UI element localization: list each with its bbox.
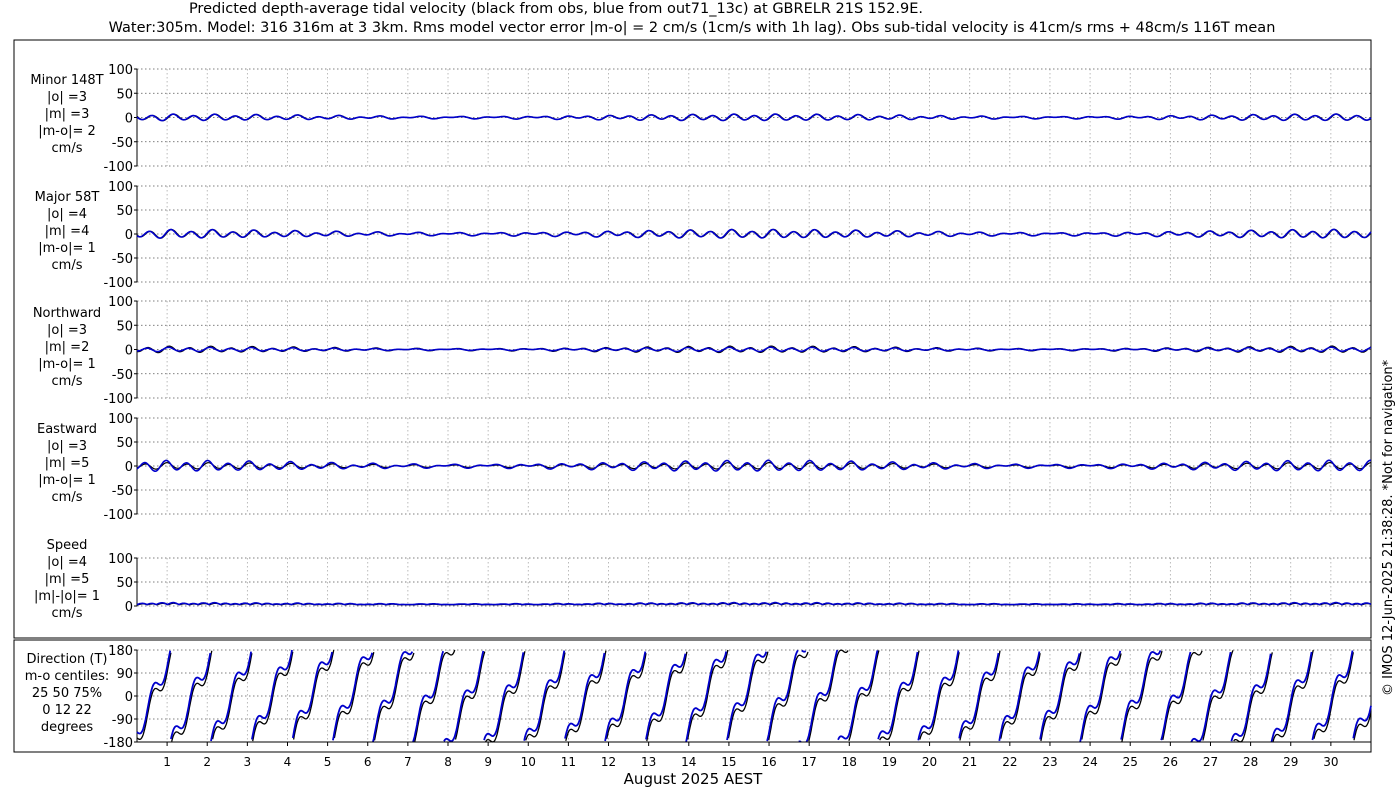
panel-label-line: |m-o|= 1 — [38, 473, 96, 488]
y-tick-label: -50 — [112, 252, 133, 267]
x-tick-label: 22 — [1002, 755, 1017, 769]
y-tick-label: 0 — [125, 690, 133, 705]
y-tick-label: 50 — [116, 436, 133, 451]
x-tick-label: 7 — [404, 755, 412, 769]
y-tick-label: -50 — [112, 368, 133, 383]
y-tick-label: -100 — [103, 508, 133, 523]
panel-label-line: |o| =4 — [47, 207, 87, 222]
copyright-note: © IMOS 12-Jun-2025 21:38:28. *Not for na… — [1381, 359, 1396, 696]
y-tick-label: 50 — [116, 576, 133, 591]
x-tick-label: 17 — [802, 755, 817, 769]
x-tick-label: 21 — [962, 755, 977, 769]
y-tick-label: 0 — [125, 228, 133, 243]
panel-label-line: cm/s — [52, 141, 83, 156]
panel-label-line: |m-o|= 2 — [38, 124, 96, 139]
panel-label-line: Minor 148T — [30, 73, 103, 88]
y-tick-label: -90 — [112, 713, 133, 728]
panel-label-line: |m| =3 — [45, 107, 90, 122]
figure-background — [0, 0, 1400, 800]
panel-label-line: |o| =3 — [47, 439, 87, 454]
panel-label-line: |m-o|= 1 — [38, 357, 96, 372]
y-tick-label: 0 — [125, 460, 133, 475]
x-tick-label: 14 — [681, 755, 696, 769]
panel-label-line: cm/s — [52, 490, 83, 505]
y-tick-label: -100 — [103, 160, 133, 175]
panel-label-line: cm/s — [52, 374, 83, 389]
x-tick-label: 24 — [1082, 755, 1097, 769]
y-tick-label: 50 — [116, 204, 133, 219]
panel-label-line: Northward — [33, 306, 101, 321]
y-tick-label: -100 — [103, 392, 133, 407]
y-tick-label: 0 — [125, 344, 133, 359]
y-tick-label: 50 — [116, 87, 133, 102]
x-tick-label: 27 — [1203, 755, 1218, 769]
y-tick-label: 90 — [116, 667, 133, 682]
x-tick-label: 19 — [882, 755, 897, 769]
panel-label-line: |o| =3 — [47, 323, 87, 338]
panel-label-line: Major 58T — [35, 190, 100, 205]
y-tick-label: -180 — [103, 736, 133, 751]
x-tick-label: 26 — [1163, 755, 1178, 769]
panel-label-line: 25 50 75% — [32, 686, 102, 701]
y-tick-label: 50 — [116, 319, 133, 334]
x-tick-label: 29 — [1283, 755, 1298, 769]
x-tick-label: 12 — [601, 755, 616, 769]
y-tick-label: 0 — [125, 112, 133, 127]
panel-label-line: |m| =2 — [45, 340, 90, 355]
chart-svg: Predicted depth-average tidal velocity (… — [0, 0, 1400, 800]
panel-label-line: degrees — [41, 720, 94, 735]
panel-label-line: |m| =4 — [45, 224, 90, 239]
panel-label-line: cm/s — [52, 606, 83, 621]
x-axis-label: August 2025 AEST — [624, 770, 763, 788]
y-tick-label: -50 — [112, 136, 133, 151]
y-tick-label: -100 — [103, 276, 133, 291]
x-tick-label: 4 — [284, 755, 292, 769]
x-tick-label: 2 — [203, 755, 211, 769]
panel-label-line: |m| =5 — [45, 572, 90, 587]
y-tick-label: 0 — [125, 600, 133, 615]
panel-label-line: 0 12 22 — [42, 703, 92, 718]
panel-label-line: cm/s — [52, 258, 83, 273]
x-tick-label: 16 — [761, 755, 776, 769]
y-tick-label: 100 — [108, 295, 133, 310]
x-tick-label: 18 — [842, 755, 857, 769]
x-tick-label: 1 — [163, 755, 171, 769]
y-tick-label: 180 — [108, 644, 133, 659]
panel-label-line: Eastward — [37, 422, 97, 437]
panel-label-line: |o| =4 — [47, 555, 87, 570]
x-tick-label: 23 — [1042, 755, 1057, 769]
x-tick-label: 28 — [1243, 755, 1258, 769]
panel-label-line: Speed — [47, 538, 88, 553]
panel-label-line: |m| =5 — [45, 456, 90, 471]
x-tick-label: 25 — [1123, 755, 1138, 769]
y-tick-label: 100 — [108, 552, 133, 567]
panel-label-line: Direction (T) — [27, 652, 108, 667]
y-tick-label: 100 — [108, 63, 133, 78]
y-tick-label: -50 — [112, 484, 133, 499]
x-tick-label: 6 — [364, 755, 372, 769]
x-tick-label: 30 — [1323, 755, 1338, 769]
x-tick-label: 13 — [641, 755, 656, 769]
x-tick-label: 5 — [324, 755, 332, 769]
x-tick-label: 11 — [561, 755, 576, 769]
x-tick-label: 9 — [484, 755, 492, 769]
y-tick-label: 100 — [108, 180, 133, 195]
panel-label-line: |m|-|o|= 1 — [34, 589, 100, 604]
x-tick-label: 10 — [521, 755, 536, 769]
chart-subtitle: Water:305m. Model: 316 316m at 3 3km. Rm… — [109, 20, 1276, 36]
panel-label-line: m-o centiles: — [25, 669, 110, 684]
chart-title: Predicted depth-average tidal velocity (… — [189, 1, 923, 17]
x-tick-label: 8 — [444, 755, 452, 769]
panel-label-line: |m-o|= 1 — [38, 241, 96, 256]
x-tick-label: 3 — [244, 755, 252, 769]
y-tick-label: 100 — [108, 412, 133, 427]
x-tick-label: 15 — [721, 755, 736, 769]
x-tick-label: 20 — [922, 755, 937, 769]
panel-label-line: |o| =3 — [47, 90, 87, 105]
tidal-velocity-figure: Predicted depth-average tidal velocity (… — [0, 0, 1400, 800]
